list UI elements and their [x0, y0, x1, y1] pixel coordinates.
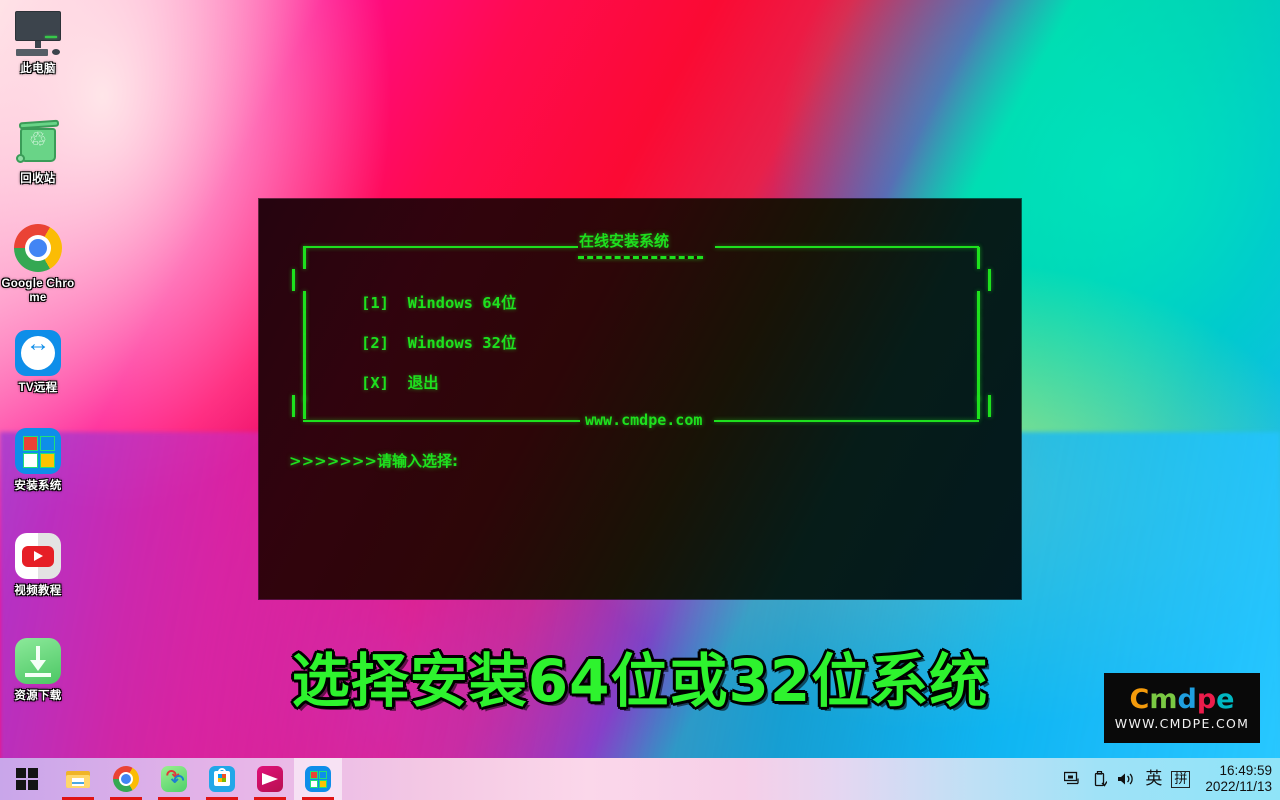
desktop-icon-this-pc[interactable]: 此电脑 — [0, 8, 76, 76]
taskbar-buttons: ↷ ↶ — [0, 758, 342, 800]
console-border-right — [977, 291, 980, 313]
desktop-icon-teamviewer[interactable]: TV远程 — [0, 327, 76, 395]
console-window[interactable]: 在线安装系统 [1] Windows 64位 [2] Windows 32位 [… — [259, 199, 1021, 599]
logo-letter: C — [1129, 684, 1150, 715]
install-system-icon — [12, 425, 64, 477]
console-border-right — [977, 313, 980, 335]
console-menu-item-windows-32[interactable]: [2] Windows 32位 — [333, 331, 517, 353]
console-border-top-left — [303, 246, 578, 248]
console-menu-item-windows-64[interactable]: [1] Windows 64位 — [333, 291, 517, 313]
console-input-prompt[interactable]: >>>>>>>请输入选择: — [289, 450, 458, 471]
logo-letter: m — [1149, 684, 1178, 715]
folder-icon — [65, 766, 91, 792]
console-border-left — [303, 291, 306, 313]
console-border-left — [303, 313, 306, 335]
recycle-bin-icon — [12, 118, 64, 170]
cmdpe-logo: Cmdpe WWW.CMDPE.COM — [1104, 673, 1260, 743]
start-button[interactable] — [0, 758, 54, 800]
youtube-icon — [12, 530, 64, 582]
console-border-right — [977, 335, 980, 357]
store-bag-icon — [209, 766, 235, 792]
telegram-button[interactable] — [246, 758, 294, 800]
desktop-icon-google-chrome[interactable]: Google Chrome — [0, 222, 76, 305]
taskbar: ↷ ↶ 英 拼 16:49:59 2022/11/13 — [0, 758, 1280, 800]
console-border-left — [303, 357, 306, 379]
logo-letter: e — [1216, 684, 1235, 715]
sync-tool-button[interactable]: ↷ ↶ — [150, 758, 198, 800]
system-tray: 英 拼 16:49:59 2022/11/13 — [1064, 758, 1280, 800]
cmdpe-logo-url: WWW.CMDPE.COM — [1114, 716, 1250, 731]
microsoft-store-button[interactable] — [198, 758, 246, 800]
install-system-icon — [305, 766, 331, 792]
console-border-right — [977, 247, 980, 269]
network-icon[interactable] — [1064, 771, 1084, 787]
monitor-icon — [12, 8, 64, 60]
sync-arrows-icon: ↷ ↶ — [161, 766, 187, 792]
desktop-icon-label: 回收站 — [20, 173, 56, 185]
desktop-icon-label: Google Chrome — [1, 278, 75, 304]
chrome-icon — [12, 222, 64, 274]
console-border-left — [303, 397, 306, 419]
caption-overlay: 选择安装64位或32位系统 — [291, 647, 989, 715]
desktop-icon-label: 视频教程 — [14, 585, 62, 597]
console-border-right — [977, 357, 980, 379]
cmdpe-logo-wordmark: Cmdpe — [1130, 685, 1235, 714]
volume-icon[interactable] — [1116, 771, 1136, 787]
desktop-icon-install-system[interactable]: 安装系统 — [0, 425, 76, 493]
install-system-button[interactable] — [294, 758, 342, 800]
logo-letter: p — [1196, 684, 1217, 715]
console-border-right — [977, 397, 980, 419]
console-border-top-right — [715, 246, 979, 248]
desktop-icon-recycle-bin[interactable]: 回收站 — [0, 118, 76, 186]
console-footer-url: www.cmdpe.com — [585, 411, 703, 429]
ime-language-indicator[interactable]: 英 — [1145, 771, 1162, 788]
file-explorer-button[interactable] — [54, 758, 102, 800]
console-border-left — [292, 269, 295, 291]
desktop-icon-label: 安装系统 — [14, 480, 62, 492]
clock-time: 16:49:59 — [1219, 763, 1272, 778]
console-menu-item-exit[interactable]: [X] 退出 — [333, 371, 439, 393]
console-title: 在线安装系统 — [579, 232, 670, 250]
ime-mode-indicator[interactable]: 拼 — [1171, 770, 1191, 788]
console-title-underline — [578, 256, 703, 259]
console-border-left — [292, 395, 295, 417]
usb-eject-icon[interactable] — [1093, 770, 1108, 788]
desktop-icon-label: 此电脑 — [20, 63, 56, 75]
desktop-icon-label: TV远程 — [18, 382, 58, 394]
console-border-bottom-right — [714, 420, 979, 422]
logo-letter: d — [1177, 684, 1197, 715]
clock[interactable]: 16:49:59 2022/11/13 — [1199, 763, 1272, 795]
start-windows-icon — [14, 766, 40, 792]
chrome-button[interactable] — [102, 758, 150, 800]
chrome-icon — [113, 766, 139, 792]
console-border-right — [988, 395, 991, 417]
telegram-plane-icon — [257, 766, 283, 792]
console-border-left — [303, 335, 306, 357]
desktop-icon-video-tutorial[interactable]: 视频教程 — [0, 530, 76, 598]
teamviewer-icon — [12, 327, 64, 379]
clock-date: 2022/11/13 — [1205, 779, 1272, 794]
console-border-bottom-left — [303, 420, 580, 422]
console-border-left — [303, 247, 306, 269]
console-border-right — [988, 269, 991, 291]
